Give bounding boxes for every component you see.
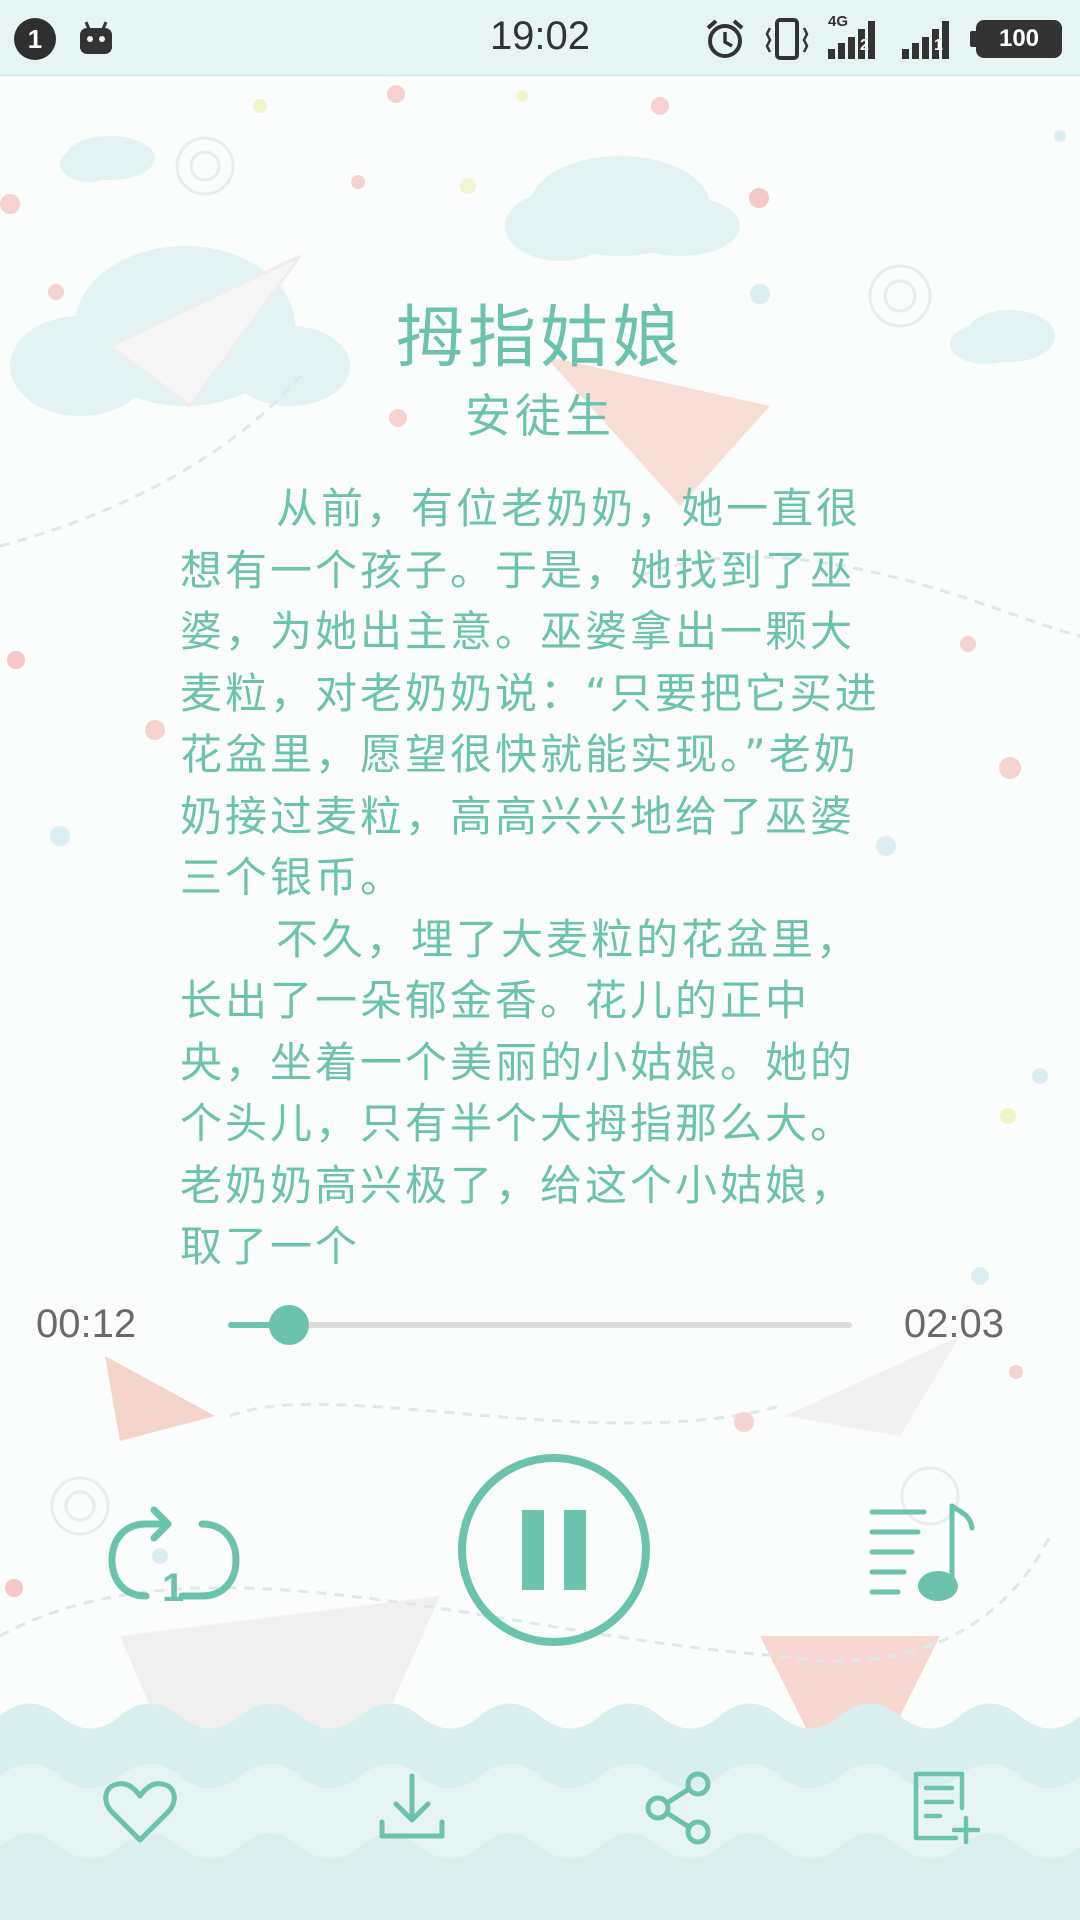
playlist-button[interactable] (868, 1496, 978, 1606)
bottom-action-bar (0, 1768, 1080, 1852)
pause-button[interactable] (456, 1452, 652, 1648)
story-text-panel[interactable]: 从前，有位老奶奶，她一直很想有一个孩子。于是，她找到了巫婆，为她出主意。巫婆拿出… (180, 478, 880, 1294)
total-duration: 02:03 (903, 1302, 1004, 1346)
battery-icon: 100 (970, 20, 1062, 58)
alarm-icon (706, 19, 744, 58)
progress-slider[interactable] (228, 1305, 852, 1345)
signal-sim1: 4G 2 (828, 13, 884, 61)
elapsed-time: 00:12 (36, 1302, 137, 1346)
download-icon[interactable] (372, 1768, 452, 1848)
sim-slot-label: 1 (934, 37, 943, 54)
story-paragraph: 从前，有位老奶奶，她一直很想有一个孩子。于是，她找到了巫婆，为她出主意。巫婆拿出… (180, 484, 880, 902)
share-icon[interactable] (640, 1768, 720, 1848)
status-bar: 1 19:02 4G 2 1 100 (0, 0, 1080, 76)
story-author: 安徒生 (465, 389, 615, 443)
repeat-one-button[interactable]: 1 (104, 1500, 244, 1620)
add-to-playlist-icon[interactable] (908, 1768, 988, 1848)
repeat-count-label: 1 (162, 1566, 185, 1610)
progress-knob[interactable] (269, 1305, 310, 1345)
signal-icon (902, 21, 949, 59)
story-title: 拇指姑娘 (395, 299, 684, 378)
vibrate-icon (765, 18, 809, 60)
sim-slot-label: 2 (860, 37, 869, 54)
heart-icon[interactable] (100, 1772, 180, 1852)
signal-sim2: 1 (902, 17, 958, 61)
signal-icon (828, 21, 875, 59)
story-paragraph: 不久，埋了大麦粒的花盆里，长出了一朵郁金香。花儿的正中央，坐着一个美丽的小姑娘。… (180, 914, 862, 1272)
